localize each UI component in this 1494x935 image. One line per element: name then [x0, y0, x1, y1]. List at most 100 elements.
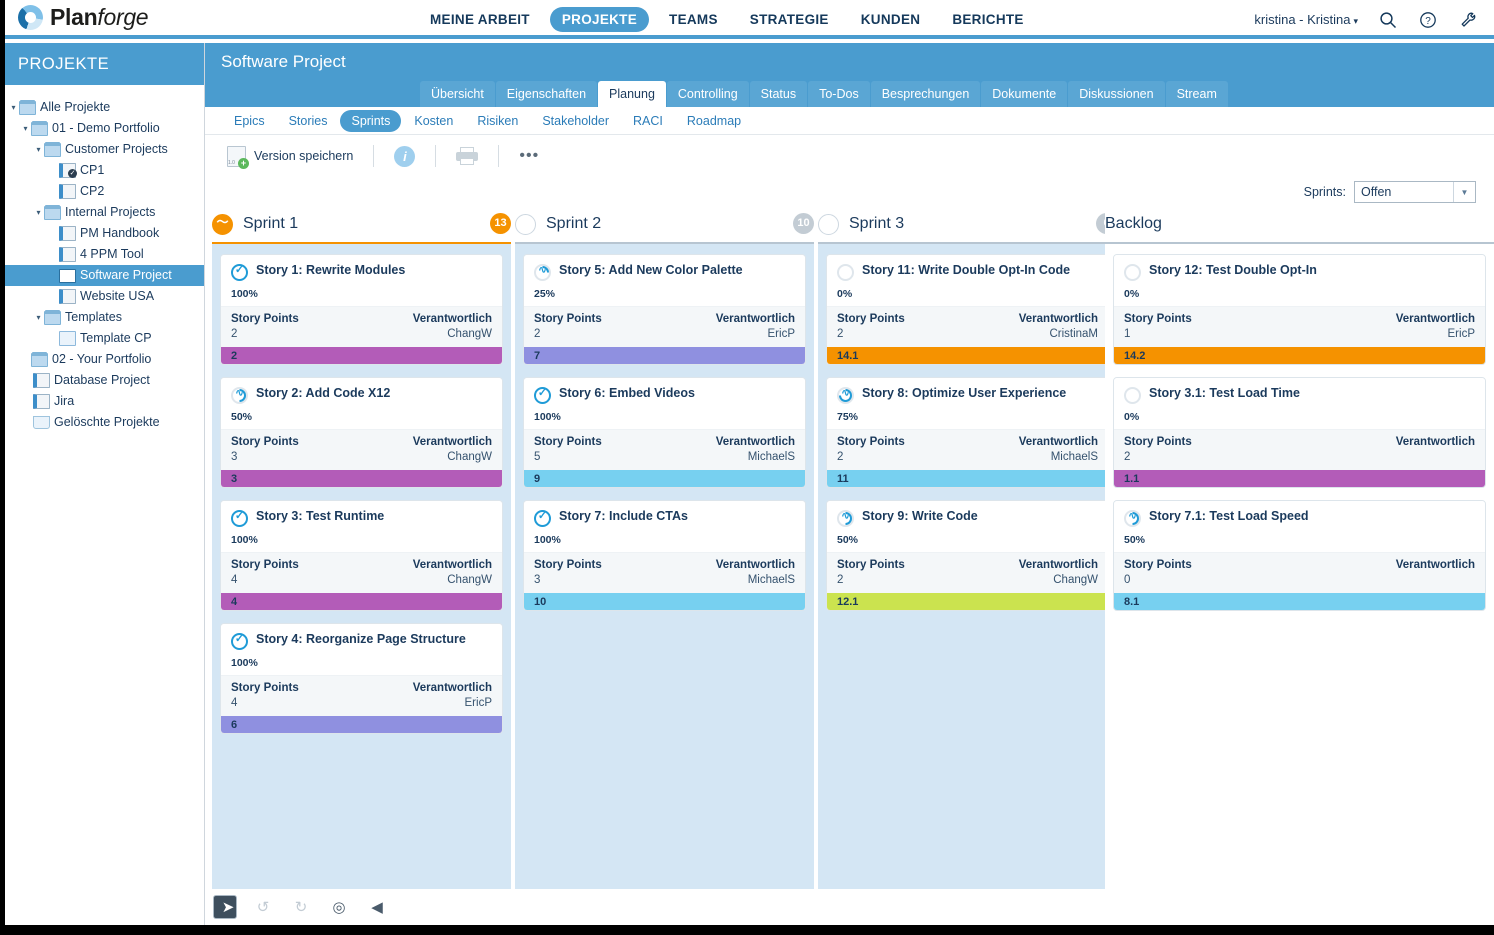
story-card[interactable]: ∿Story 2: Add Code X1250%Story Points3Ve… — [220, 377, 503, 488]
sidebar-item-label: Templates — [65, 307, 122, 328]
story-card[interactable]: Story 12: Test Double Opt-In0%Story Poin… — [1113, 254, 1486, 365]
expand-chevron-icon[interactable]: ▾ — [33, 145, 44, 154]
subtab-roadmap[interactable]: Roadmap — [676, 110, 752, 132]
story-card[interactable]: ∿Story 9: Write Code50%Story Points2Vera… — [826, 500, 1109, 611]
tab-eigenschaften[interactable]: Eigenschaften — [496, 81, 597, 107]
planforge-logo[interactable]: Planforge — [18, 4, 148, 31]
more-options-button[interactable]: ••• — [509, 151, 549, 161]
expand-chevron-icon[interactable]: ▾ — [33, 313, 44, 322]
window-footer-strip — [0, 925, 1494, 935]
tab-stream[interactable]: Stream — [1166, 81, 1228, 107]
tab-planung[interactable]: Planung — [598, 81, 666, 107]
sidebar-item-alle-projekte[interactable]: ▾Alle Projekte — [0, 97, 204, 118]
sidebar-item-02-your-portfolio[interactable]: ▾02 - Your Portfolio — [0, 349, 204, 370]
story-points-field: Story Points1 — [1124, 313, 1192, 340]
story-title: Story 12: Test Double Opt-In — [1149, 263, 1317, 278]
sprint-inactive-icon[interactable] — [515, 214, 536, 235]
status-complete-icon — [534, 387, 551, 404]
nav-berichte[interactable]: BERICHTE — [940, 7, 1035, 32]
column-header[interactable]: Sprint 210 — [515, 206, 814, 242]
column-header[interactable]: Sprint 36 — [818, 206, 1117, 242]
assign-tool[interactable]: ◎ — [327, 895, 351, 919]
sidebar-item-pm-handbook[interactable]: ▾PM Handbook — [0, 223, 204, 244]
sidebar-item-software-project[interactable]: ▾Software Project — [0, 265, 204, 286]
subtab-kosten[interactable]: Kosten — [403, 110, 464, 132]
sidebar-item-cp2[interactable]: ▾CP2 — [0, 181, 204, 202]
save-version-label: Version speichern — [254, 149, 353, 163]
search-icon[interactable] — [1378, 10, 1398, 30]
story-epic-id: 2 — [231, 350, 237, 362]
subtab-stories[interactable]: Stories — [278, 110, 339, 132]
nav-teams[interactable]: TEAMS — [657, 7, 730, 32]
sprint-active-icon[interactable] — [212, 214, 233, 235]
subtab-epics[interactable]: Epics — [223, 110, 276, 132]
user-menu[interactable]: kristina - Kristina▾ — [1254, 12, 1358, 27]
tab-diskussionen[interactable]: Diskussionen — [1068, 81, 1164, 107]
story-title-row: Story 3: Test Runtime — [231, 509, 492, 527]
responsible-field: VerantwortlichChangW — [1019, 559, 1098, 586]
tab--bersicht[interactable]: Übersicht — [420, 81, 495, 107]
story-points-label: Story Points — [231, 436, 299, 448]
sidebar-item-database-project[interactable]: ▾Database Project — [0, 370, 204, 391]
settings-wrench-icon[interactable] — [1458, 10, 1478, 30]
sprint-inactive-icon[interactable] — [818, 214, 839, 235]
nav-projekte[interactable]: PROJEKTE — [550, 7, 649, 32]
save-version-button[interactable]: 1.0 + Version speichern — [217, 146, 363, 167]
print-button[interactable] — [446, 147, 488, 165]
expand-chevron-icon[interactable]: ▾ — [8, 103, 19, 112]
tab-besprechungen[interactable]: Besprechungen — [871, 81, 981, 107]
story-card[interactable]: ∿Story 5: Add New Color Palette25%Story … — [523, 254, 806, 365]
expand-chevron-icon[interactable]: ▾ — [20, 124, 31, 133]
sidebar-item-label: CP2 — [80, 181, 104, 202]
board-column-sprint-3: Sprint 36 Story 11: Write Double Opt-In C… — [818, 206, 1117, 896]
story-card[interactable]: Story 11: Write Double Opt-In Code0%Stor… — [826, 254, 1109, 365]
sidebar-item-internal-projects[interactable]: ▾Internal Projects — [0, 202, 204, 223]
sidebar-item-cp1[interactable]: ▾✓CP1 — [0, 160, 204, 181]
expand-chevron-icon[interactable]: ▾ — [33, 208, 44, 217]
tab-controlling[interactable]: Controlling — [667, 81, 749, 107]
story-card[interactable]: Story 1: Rewrite Modules100%Story Points… — [220, 254, 503, 365]
subtab-raci[interactable]: RACI — [622, 110, 674, 132]
pointer-tool[interactable]: ➤ — [213, 895, 237, 919]
story-card[interactable]: Story 7: Include CTAs100%Story Points3Ve… — [523, 500, 806, 611]
sidebar-item-customer-projects[interactable]: ▾ Customer Projects — [0, 139, 204, 160]
sidebar-item-template-cp[interactable]: ▾Template CP — [0, 328, 204, 349]
story-card[interactable]: Story 3.1: Test Load Time0%Story Points2… — [1113, 377, 1486, 488]
story-progress-percent: 0% — [1124, 411, 1475, 423]
sprint-filter-select[interactable]: Offen ▼ — [1354, 181, 1476, 203]
sidebar-item-01-demo-portfolio[interactable]: ▾01 - Demo Portfolio — [0, 118, 204, 139]
responsible-label: Verantwortlich — [413, 313, 492, 325]
sidebar-item-templates[interactable]: ▾ Templates — [0, 307, 204, 328]
tab-status[interactable]: Status — [750, 81, 807, 107]
story-card-meta: Story Points3VerantwortlichChangW — [221, 429, 502, 470]
column-header[interactable]: Backlog — [1105, 206, 1494, 242]
story-card[interactable]: ∿Story 8: Optimize User Experience75%Sto… — [826, 377, 1109, 488]
sidebar-item-website-usa[interactable]: ▾Website USA — [0, 286, 204, 307]
subtab-stakeholder[interactable]: Stakeholder — [531, 110, 620, 132]
subtab-risiken[interactable]: Risiken — [466, 110, 529, 132]
story-points-label: Story Points — [231, 682, 299, 694]
story-epic-bar: 12.1 — [827, 593, 1108, 610]
sidebar-title: PROJEKTE — [0, 43, 204, 85]
help-icon[interactable]: ? — [1418, 10, 1438, 30]
story-card[interactable]: ∿Story 7.1: Test Load Speed50%Story Poin… — [1113, 500, 1486, 611]
responsible-value: MichaelS — [716, 574, 795, 586]
tab-dokumente[interactable]: Dokumente — [981, 81, 1067, 107]
nav-meine-arbeit[interactable]: MEINE ARBEIT — [418, 7, 542, 32]
sidebar-item-4-ppm-tool[interactable]: ▾4 PPM Tool — [0, 244, 204, 265]
story-card-header: Story 11: Write Double Opt-In Code0% — [827, 255, 1108, 306]
send-tool[interactable]: ◀ — [365, 895, 389, 919]
nav-kunden[interactable]: KUNDEN — [849, 7, 933, 32]
tab-to-dos[interactable]: To-Dos — [808, 81, 870, 107]
nav-strategie[interactable]: STRATEGIE — [738, 7, 841, 32]
column-header[interactable]: Sprint 113 — [212, 206, 511, 242]
story-card[interactable]: Story 4: Reorganize Page Structure100%St… — [220, 623, 503, 734]
subtab-sprints[interactable]: Sprints — [340, 110, 401, 132]
sidebar-item-jira[interactable]: ▾Jira — [0, 391, 204, 412]
story-card[interactable]: Story 6: Embed Videos100%Story Points5Ve… — [523, 377, 806, 488]
sidebar-item-label: Customer Projects — [65, 139, 168, 160]
info-button[interactable]: i — [384, 146, 425, 167]
sidebar-item-gel-schte-projekte[interactable]: ▾Gelöschte Projekte — [0, 412, 204, 433]
story-card[interactable]: Story 3: Test Runtime100%Story Points4Ve… — [220, 500, 503, 611]
toolbar-divider — [435, 145, 436, 167]
